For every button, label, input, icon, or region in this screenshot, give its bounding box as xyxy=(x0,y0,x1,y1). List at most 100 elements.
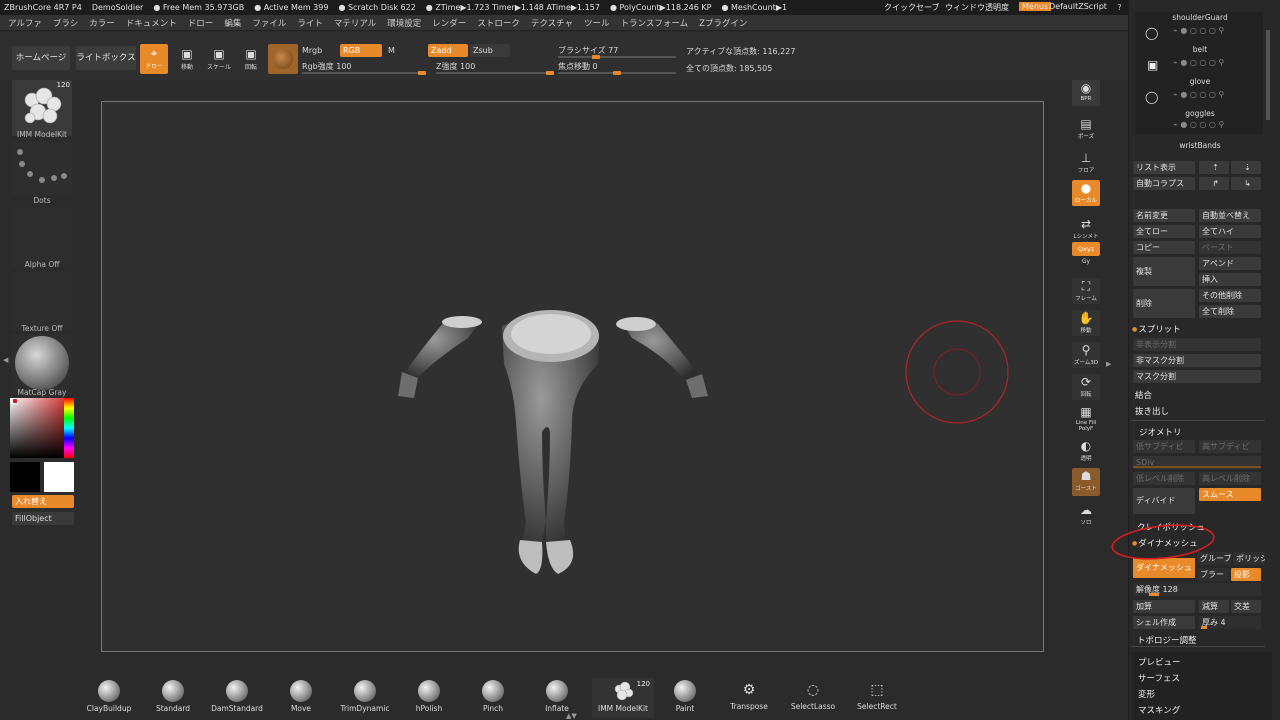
gy-button[interactable]: Gy xyxy=(1072,258,1100,270)
zsub-button[interactable]: Zsub xyxy=(470,44,510,57)
floor-button[interactable]: ⊥ フロア xyxy=(1072,150,1100,176)
split-mask-button[interactable]: マスク分割 xyxy=(1133,370,1261,383)
default-zscript-button[interactable]: DefaultZScript xyxy=(1049,2,1107,11)
brush-standard[interactable]: Standard xyxy=(144,678,202,718)
transparent-button[interactable]: ◐ 透明 xyxy=(1072,438,1100,464)
insert-button[interactable]: 挿入 xyxy=(1199,273,1261,286)
local-button[interactable]: ● ローカル xyxy=(1072,180,1100,206)
split-hidden-button[interactable]: 非表示分割 xyxy=(1133,338,1261,351)
fill-object-button[interactable]: FillObject xyxy=(12,512,74,525)
brush-damstandard[interactable]: DamStandard xyxy=(208,678,266,718)
resolution-knob[interactable] xyxy=(1149,593,1159,596)
menu-material[interactable]: マテリアル xyxy=(334,17,376,29)
smooth-toggle[interactable]: スムース xyxy=(1199,488,1261,501)
blur-slider[interactable]: ブラー xyxy=(1197,568,1229,581)
rename-button[interactable]: 名前変更 xyxy=(1133,209,1195,222)
z-intensity-slider[interactable] xyxy=(436,72,554,74)
stroke-thumbnail[interactable] xyxy=(12,142,72,196)
polish-toggle[interactable]: ポリッシュ xyxy=(1233,552,1265,565)
move-view-button[interactable]: ✋ 移動 xyxy=(1072,310,1100,336)
split-section[interactable]: スプリット xyxy=(1132,323,1181,335)
menu-draw[interactable]: ドロー xyxy=(188,17,214,29)
menu-brush[interactable]: ブラシ xyxy=(53,17,78,29)
merge-section[interactable]: 結合 xyxy=(1135,389,1152,401)
qxyz-button[interactable]: Qxyz xyxy=(1072,242,1100,256)
rotate-view-button[interactable]: ⟳ 回転 xyxy=(1072,374,1100,400)
duplicate-button[interactable]: 複製 xyxy=(1133,257,1195,286)
menu-preview[interactable]: プレビュー xyxy=(1138,656,1181,668)
menu-transform[interactable]: トランスフォーム xyxy=(621,17,689,29)
project-toggle[interactable]: 投影 xyxy=(1231,568,1261,581)
auto-collapse-button[interactable]: 自動コラプス xyxy=(1133,177,1195,190)
subtract-toggle[interactable]: 減算 xyxy=(1199,600,1229,613)
menu-tool[interactable]: ツール xyxy=(584,17,610,29)
secondary-color-swatch[interactable] xyxy=(10,462,40,492)
extract-section[interactable]: 抜き出し xyxy=(1135,405,1169,417)
rgb-button[interactable]: RGB xyxy=(340,44,382,57)
mrgb-button[interactable]: Mrgb xyxy=(302,46,322,55)
delete-all-button[interactable]: 全て削除 xyxy=(1199,305,1261,318)
menu-edit[interactable]: 編集 xyxy=(224,17,241,29)
scale-mode-button[interactable]: ▣ スケール xyxy=(206,46,232,74)
divide-button[interactable]: ディバイド xyxy=(1133,488,1195,514)
arrow-right-up-button[interactable]: ↱ xyxy=(1199,177,1229,190)
frame-button[interactable]: ⛶ フレーム xyxy=(1072,278,1100,304)
menu-document[interactable]: ドキュメント xyxy=(126,17,177,29)
bpr-button[interactable]: ◉ BPR xyxy=(1072,80,1100,106)
move-up-button[interactable]: ⇡ xyxy=(1199,161,1229,174)
main-color-swatch[interactable] xyxy=(44,462,74,492)
menu-texture[interactable]: テクスチャ xyxy=(531,17,573,29)
lightbox-button[interactable]: ライトボックス xyxy=(76,46,136,70)
delete-higher-button[interactable]: 高レベル削除 xyxy=(1199,472,1261,485)
ghost-button[interactable]: ☗ ゴースト xyxy=(1072,468,1100,496)
brush-move[interactable]: Move xyxy=(272,678,330,718)
alpha-thumbnail[interactable] xyxy=(12,208,72,266)
subtool-visibility-icons[interactable]: ⌁ ● ○ ○ ○ ⚲ xyxy=(1173,26,1224,35)
menus-button[interactable]: Menus xyxy=(1019,2,1052,11)
focal-shift-knob[interactable] xyxy=(613,71,621,75)
menu-preferences[interactable]: 環境設定 xyxy=(387,17,421,29)
list-display-button[interactable]: リスト表示 xyxy=(1133,161,1195,174)
document-canvas[interactable] xyxy=(101,101,1044,652)
m-button[interactable]: M xyxy=(388,46,395,55)
split-unmasked-button[interactable]: 非マスク分割 xyxy=(1133,354,1261,367)
rgb-intensity-knob[interactable] xyxy=(418,71,426,75)
right-tray-arrow-icon[interactable]: ▶ xyxy=(1106,360,1111,368)
menu-zplugin[interactable]: Zプラグイン xyxy=(699,17,747,29)
all-low-button[interactable]: 全てロー xyxy=(1133,225,1195,238)
menu-light[interactable]: ライト xyxy=(297,17,323,29)
menu-color[interactable]: カラー xyxy=(89,17,115,29)
home-page-button[interactable]: ホームページ xyxy=(12,46,70,70)
paste-button[interactable]: ペースト xyxy=(1199,241,1261,254)
brush-pinch[interactable]: Pinch xyxy=(464,678,522,718)
bottom-tray-arrow-icon[interactable]: ▲▼ xyxy=(566,712,577,720)
delete-button[interactable]: 削除 xyxy=(1133,289,1195,318)
help-icon[interactable]: ? xyxy=(1114,2,1125,13)
brush-transpose[interactable]: ⚙ Transpose xyxy=(720,678,778,718)
menu-render[interactable]: レンダー xyxy=(432,17,466,29)
texture-thumbnail[interactable] xyxy=(12,272,72,330)
draw-mode-button[interactable]: ⌖ ドロー xyxy=(140,44,168,74)
menu-masking[interactable]: マスキング xyxy=(1138,704,1180,716)
menu-surface[interactable]: サーフェス xyxy=(1138,672,1180,684)
zoom3d-button[interactable]: ⚲ ズーム3D xyxy=(1072,342,1100,368)
thickness-knob[interactable] xyxy=(1201,626,1207,629)
higher-subdiv-button[interactable]: 高サブディビ xyxy=(1199,440,1261,453)
lower-subdiv-button[interactable]: 低サブディビ xyxy=(1133,440,1195,453)
brush-hpolish[interactable]: hPolish xyxy=(400,678,458,718)
brush-imm-modelkit[interactable]: IMM ModelKit 120 xyxy=(592,678,654,718)
add-toggle[interactable]: 加算 xyxy=(1133,600,1195,613)
left-tray-arrow-icon[interactable]: ◀ xyxy=(3,356,8,364)
create-shell-button[interactable]: シェル作成 xyxy=(1133,616,1195,629)
menu-stroke[interactable]: ストローク xyxy=(477,17,520,29)
auto-reorder-button[interactable]: 自動並べ替え xyxy=(1199,209,1261,222)
brush-selectrect[interactable]: ⬚ SelectRect xyxy=(848,678,906,718)
material-swatch-button[interactable] xyxy=(268,44,298,74)
subtool-scrollbar[interactable] xyxy=(1266,30,1270,120)
lsym-button[interactable]: ⇄Lシンメトリ xyxy=(1072,216,1100,248)
window-transparency-toggle[interactable]: ウィンドウ透明度 xyxy=(945,2,1009,13)
menu-file[interactable]: ファイル xyxy=(252,17,286,29)
geometry-section[interactable]: ジオメトリ xyxy=(1139,426,1182,438)
pose-button[interactable]: ▤ ポーズ xyxy=(1072,116,1100,142)
delete-other-button[interactable]: その他削除 xyxy=(1199,289,1261,302)
